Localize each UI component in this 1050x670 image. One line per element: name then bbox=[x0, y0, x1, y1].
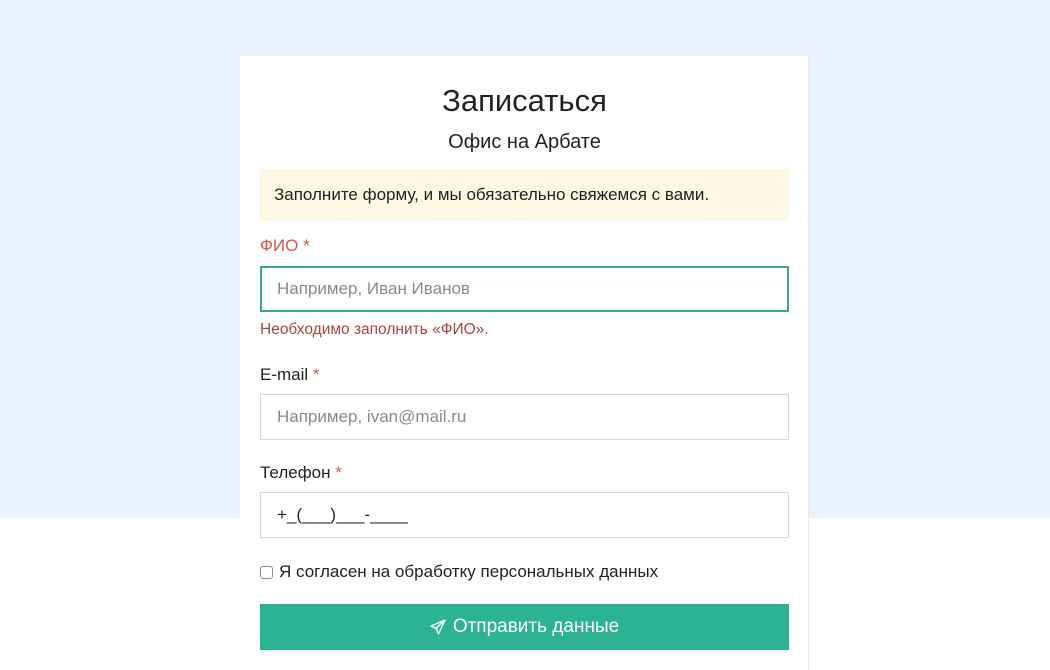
required-mark: * bbox=[312, 365, 320, 384]
name-label: ФИО * bbox=[260, 235, 310, 257]
form-title: Записаться bbox=[442, 83, 607, 118]
required-mark: * bbox=[303, 236, 310, 255]
email-label: E-mail * bbox=[260, 364, 320, 386]
paper-plane-icon bbox=[430, 619, 446, 635]
phone-input[interactable] bbox=[260, 492, 789, 538]
consent-row[interactable]: Я согласен на обработку персональных дан… bbox=[260, 561, 658, 583]
submit-button[interactable]: Отправить данные bbox=[260, 604, 789, 650]
phone-label-text: Телефон bbox=[260, 463, 331, 482]
info-notice: Заполните форму, и мы обязательно свяжем… bbox=[260, 169, 789, 221]
email-label-text: E-mail bbox=[260, 365, 309, 384]
name-error-message: Необходимо заполнить «ФИО». bbox=[260, 321, 489, 338]
form-subtitle: Офис на Арбате bbox=[448, 131, 601, 153]
required-mark: * bbox=[335, 463, 342, 482]
submit-label: Отправить данные bbox=[452, 616, 620, 637]
name-input[interactable] bbox=[260, 266, 789, 312]
phone-label: Телефон * bbox=[260, 462, 342, 484]
email-input[interactable] bbox=[260, 394, 789, 440]
signup-form-card: Записаться Офис на Арбате Заполните форм… bbox=[240, 56, 809, 670]
consent-label: Я согласен на обработку персональных дан… bbox=[279, 562, 659, 581]
consent-checkbox[interactable] bbox=[260, 565, 273, 579]
name-label-text: ФИО bbox=[260, 236, 299, 255]
